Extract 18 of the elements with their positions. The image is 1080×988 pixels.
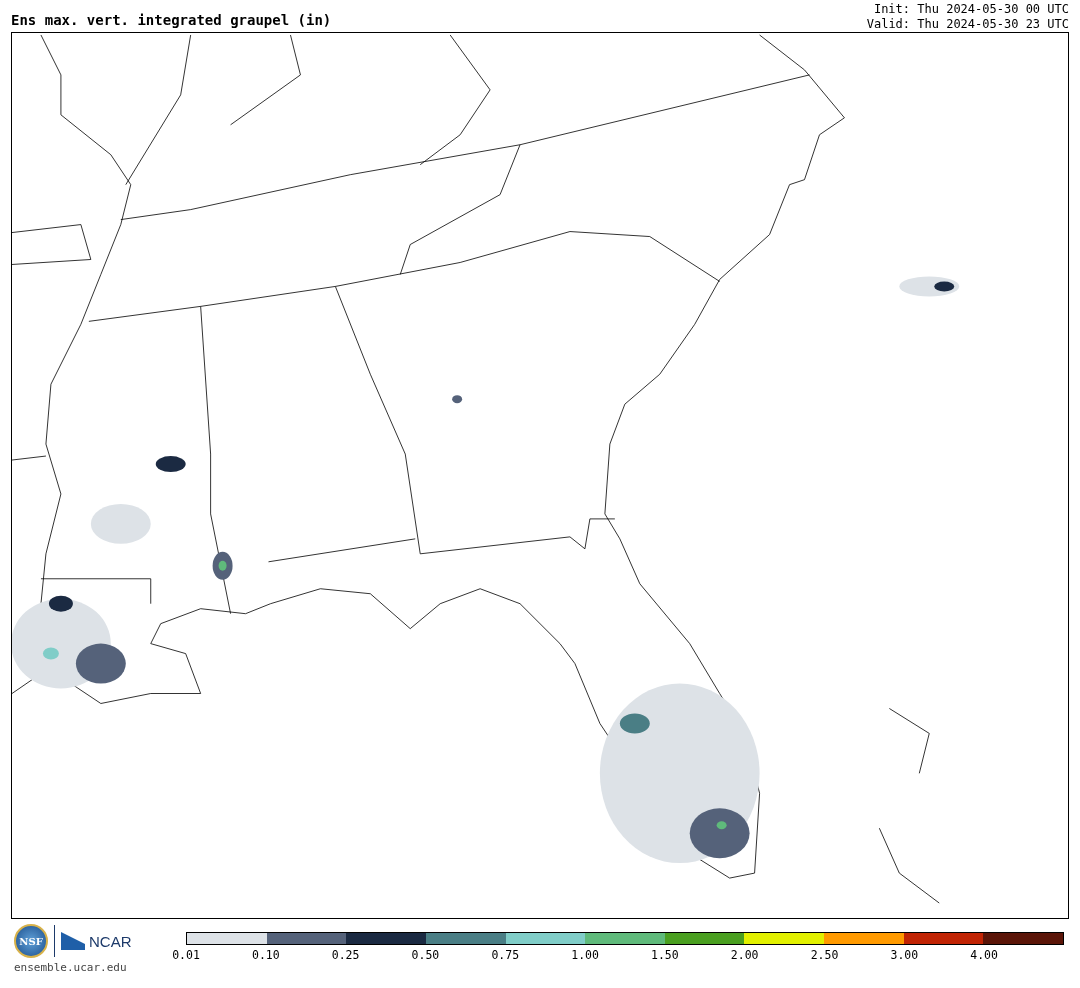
colorbar-label: 0.50 xyxy=(411,948,440,962)
colorbar-label: 0.75 xyxy=(491,948,520,962)
colorbar-label: 2.50 xyxy=(810,948,839,962)
ncar-logo: NCAR xyxy=(89,932,132,950)
colorbar-label: 4.00 xyxy=(970,948,998,962)
nsf-logo: NSF xyxy=(14,924,48,958)
chart-title: Ens max. vert. integrated graupel (in) xyxy=(11,12,332,30)
colorbar-label: 0.10 xyxy=(251,948,280,962)
colorbar-label: 1.00 xyxy=(571,948,599,962)
colorbar-label: 3.00 xyxy=(890,948,919,962)
valid-time: Valid: Thu 2024-05-30 23 UTC xyxy=(866,17,1069,32)
ncar-logo-icon xyxy=(61,932,85,950)
colorbar-label: 1.50 xyxy=(651,948,679,962)
colorbar-label: 0.25 xyxy=(331,948,360,962)
colorbar-label: 0.01 xyxy=(172,948,200,962)
colorbar-label: 2.00 xyxy=(730,948,759,962)
init-time: Init: Thu 2024-05-30 00 UTC xyxy=(872,2,1069,17)
website-url: ensemble.ucar.edu xyxy=(14,961,127,974)
